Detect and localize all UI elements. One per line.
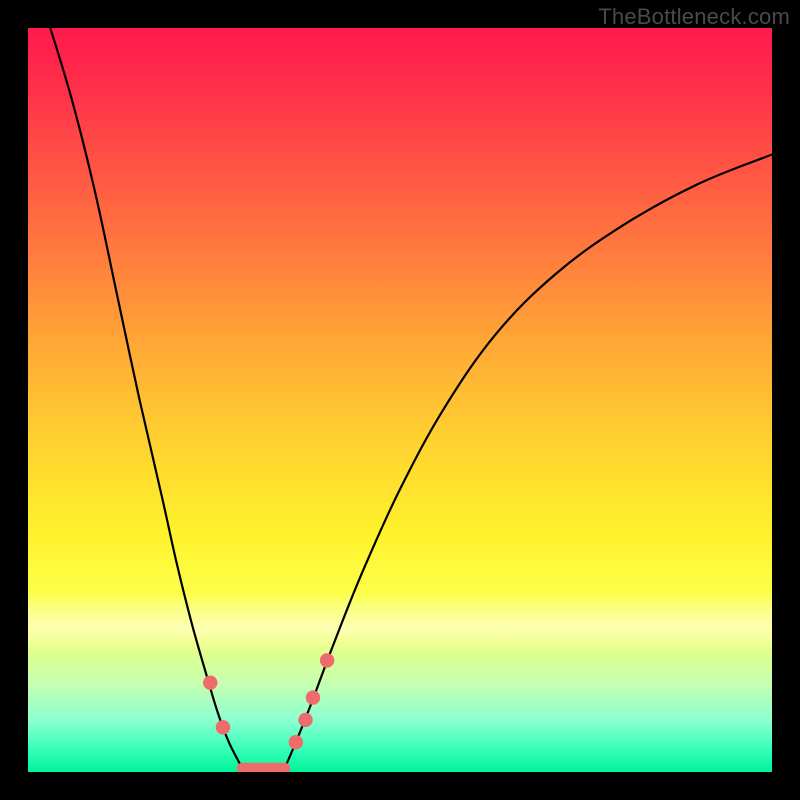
chart-frame: TheBottleneck.com [0, 0, 800, 800]
right-marker-1 [289, 735, 303, 749]
left-marker-lower [216, 720, 230, 734]
curve-layer [28, 28, 772, 772]
right-marker-3 [306, 690, 320, 704]
left-curve [50, 28, 242, 768]
right-curve [285, 154, 772, 768]
plot-area [28, 28, 772, 772]
right-marker-4 [320, 653, 334, 667]
left-marker-upper [203, 676, 217, 690]
watermark-text: TheBottleneck.com [598, 4, 790, 30]
marker-group [203, 653, 334, 749]
right-marker-2 [298, 713, 312, 727]
